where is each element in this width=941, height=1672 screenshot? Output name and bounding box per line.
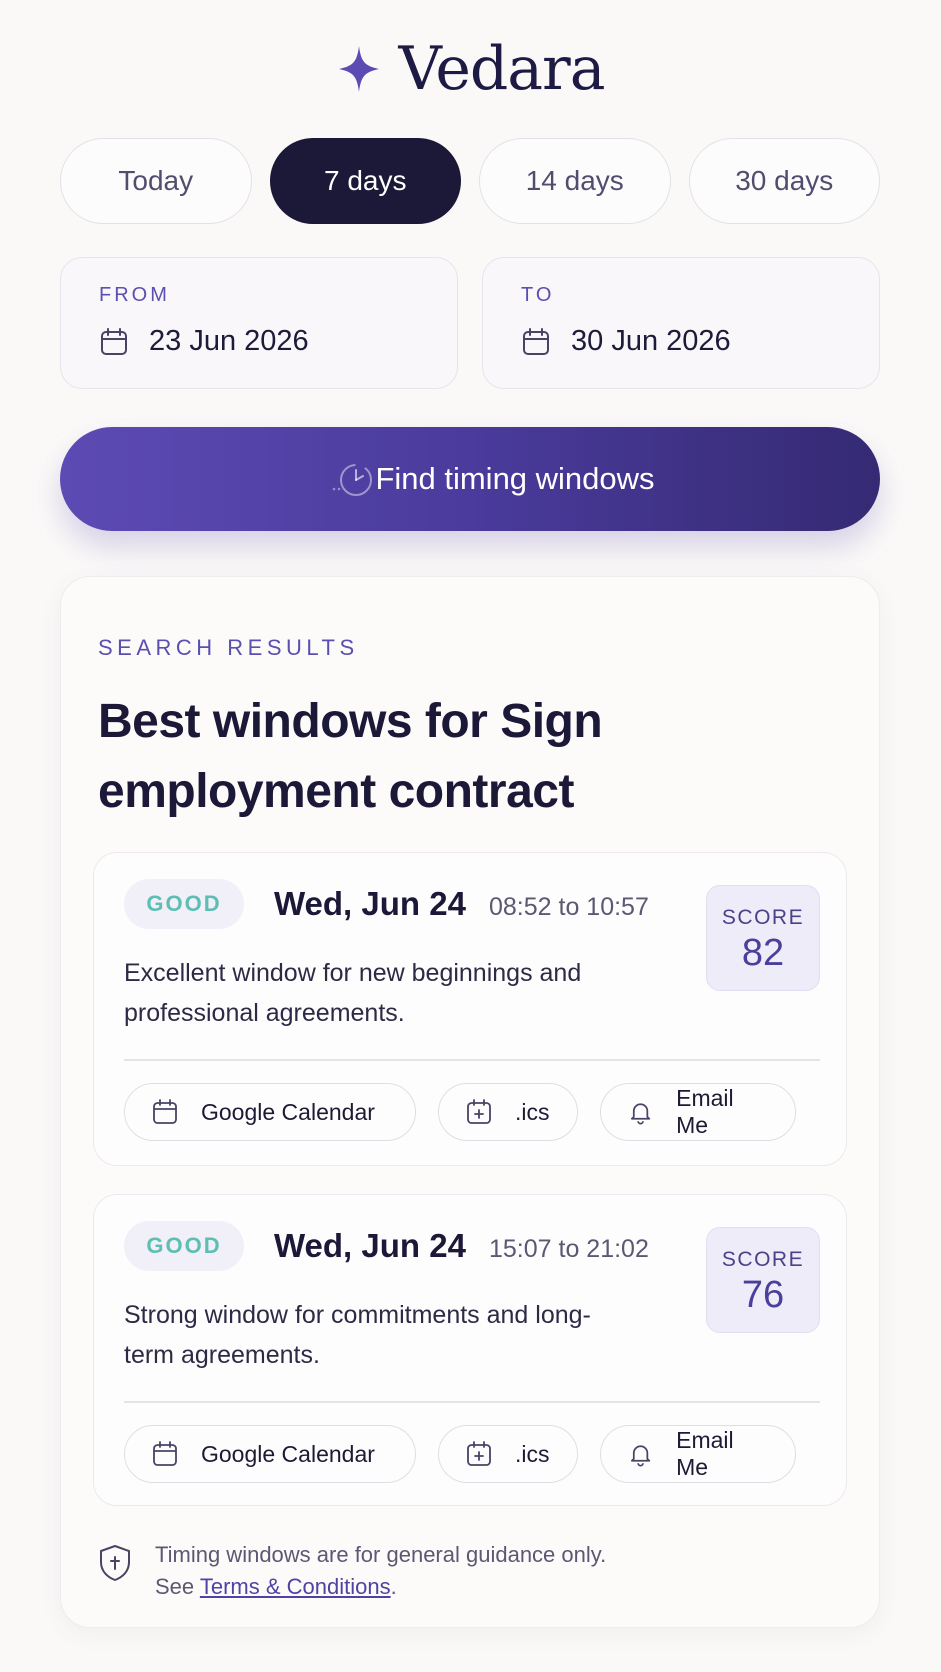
date-range: FROM 23 Jun 2026 TO 30 Jun 2026 [60, 257, 880, 389]
email-me-button[interactable]: Email Me [600, 1425, 796, 1483]
timing-window-card: GOOD Wed, Jun 24 08:52 to 10:57 SCORE 82… [93, 852, 847, 1166]
page: Vedara Today 7 days 14 days 30 days FROM… [0, 0, 941, 1672]
disclaimer-suffix: . [390, 1574, 397, 1599]
score-label: SCORE [721, 906, 805, 929]
google-calendar-label: Google Calendar [201, 1098, 375, 1125]
google-calendar-button[interactable]: Google Calendar [124, 1425, 416, 1483]
score-box: SCORE 82 [706, 885, 820, 991]
disclaimer-line: Timing windows are for general guidance … [155, 1542, 607, 1567]
divider [124, 1401, 820, 1403]
results-title: Best windows for Sign employment contrac… [98, 695, 603, 818]
ics-download-button[interactable]: .ics [438, 1425, 578, 1483]
results-eyebrow: SEARCH RESULTS [98, 635, 359, 660]
score-box: SCORE 76 [706, 1227, 820, 1333]
divider [124, 1059, 820, 1061]
calendar-icon [101, 327, 127, 355]
google-calendar-button[interactable]: Google Calendar [124, 1083, 416, 1141]
score-value: 76 [741, 1274, 785, 1316]
calendar-icon [153, 1099, 177, 1124]
email-me-label: Email Me [676, 1085, 734, 1138]
score-value: 82 [741, 932, 785, 974]
clock-icon [332, 464, 372, 496]
disclaimer-text: Timing windows are for general guidance … [155, 1539, 606, 1603]
from-date-label: FROM [99, 284, 170, 306]
bell-icon [630, 1445, 651, 1467]
sparkle-star-icon [338, 46, 379, 92]
range-tab-30-days[interactable]: 30 days [688, 138, 880, 224]
range-tabs: Today 7 days 14 days 30 days [60, 138, 880, 224]
bell-icon [630, 1103, 651, 1125]
disclaimer: Timing windows are for general guidance … [97, 1539, 606, 1603]
brand-logo: Vedara [0, 34, 941, 104]
from-date-value: 23 Jun 2026 [149, 325, 309, 357]
to-date-label: TO [521, 284, 555, 306]
window-time: 15:07 to 21:02 [489, 1235, 649, 1263]
ics-label: .ics [515, 1098, 550, 1125]
to-date-field[interactable]: TO 30 Jun 2026 [482, 257, 880, 389]
window-actions: Google Calendar .ics Email Me [124, 1083, 796, 1141]
to-date-value: 30 Jun 2026 [571, 325, 731, 357]
status-badge: GOOD [124, 879, 244, 929]
window-date: Wed, Jun 24 [274, 885, 466, 922]
google-calendar-label: Google Calendar [201, 1440, 375, 1467]
email-me-label: Email Me [676, 1427, 734, 1480]
shield-icon [100, 1545, 130, 1581]
score-label: SCORE [721, 1248, 805, 1271]
calendar-add-icon [467, 1441, 491, 1466]
terms-link[interactable]: Terms & Conditions [200, 1574, 391, 1599]
window-description: Strong window for commitments and long-t… [124, 1301, 591, 1369]
timing-window-card: GOOD Wed, Jun 24 15:07 to 21:02 SCORE 76… [93, 1194, 847, 1506]
window-actions: Google Calendar .ics Email Me [124, 1425, 796, 1483]
ics-download-button[interactable]: .ics [438, 1083, 578, 1141]
window-date: Wed, Jun 24 [274, 1227, 466, 1264]
ics-label: .ics [515, 1440, 550, 1467]
window-time: 08:52 to 10:57 [489, 893, 649, 921]
email-me-button[interactable]: Email Me [600, 1083, 796, 1141]
find-timing-windows-button[interactable]: Find timing windows [60, 427, 880, 531]
calendar-icon [153, 1441, 177, 1466]
search-results-card: SEARCH RESULTS Best windows for Sign emp… [60, 576, 880, 1628]
calendar-icon [523, 327, 549, 355]
range-tab-today[interactable]: Today [60, 138, 252, 224]
status-badge: GOOD [124, 1221, 244, 1271]
from-date-field[interactable]: FROM 23 Jun 2026 [60, 257, 458, 389]
range-tab-7-days[interactable]: 7 days [269, 138, 461, 224]
brand-name: Vedara [398, 34, 606, 104]
range-tab-14-days[interactable]: 14 days [479, 138, 671, 224]
disclaimer-prefix: See [155, 1574, 200, 1599]
calendar-add-icon [467, 1099, 491, 1124]
window-description: Excellent window for new beginnings and … [124, 959, 582, 1027]
